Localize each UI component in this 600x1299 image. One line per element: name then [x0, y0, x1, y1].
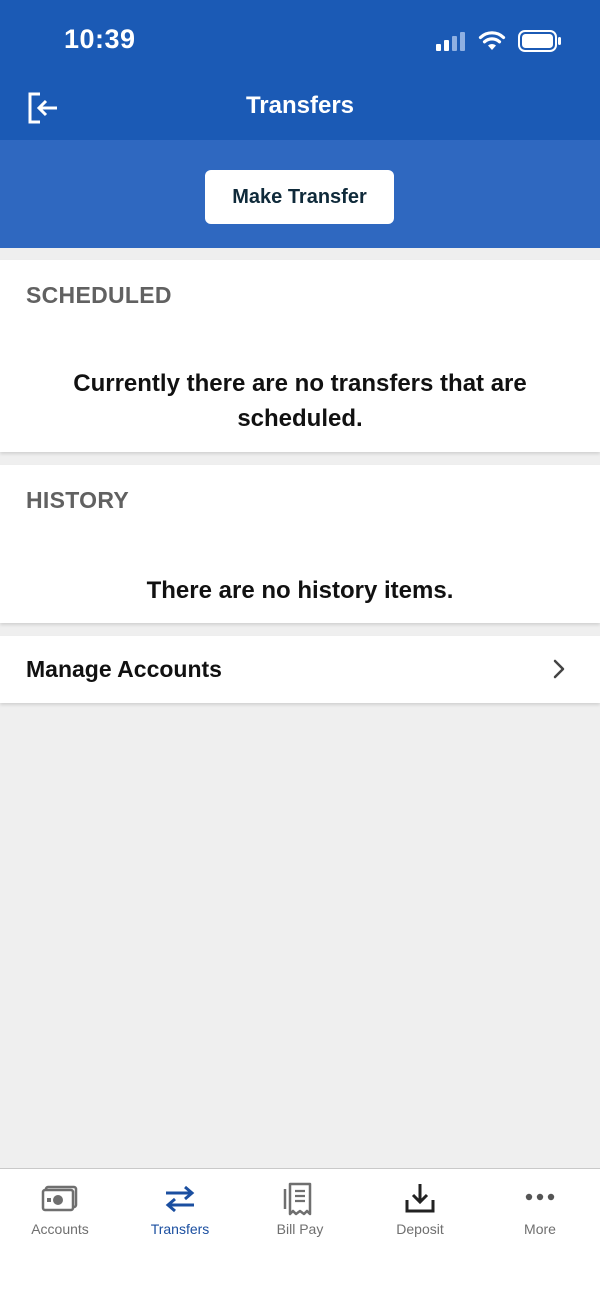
action-band: Make Transfer — [0, 140, 600, 248]
tab-transfers[interactable]: Transfers — [120, 1169, 240, 1259]
chevron-right-icon — [553, 659, 565, 679]
nav-bar: Transfers — [0, 80, 600, 140]
history-heading: HISTORY — [26, 487, 130, 513]
tab-bill-pay[interactable]: Bill Pay — [240, 1169, 360, 1259]
scheduled-heading: SCHEDULED — [26, 282, 172, 308]
status-bar: 10:39 — [0, 0, 600, 80]
more-icon — [525, 1193, 555, 1201]
deposit-icon — [405, 1184, 435, 1213]
tab-deposit[interactable]: Deposit — [360, 1169, 480, 1259]
history-section: HISTORY There are no history items. — [0, 465, 600, 623]
status-time: 10:39 — [64, 24, 136, 54]
manage-accounts-row[interactable]: Manage Accounts — [0, 636, 600, 703]
tab-accounts[interactable]: Accounts — [0, 1169, 120, 1259]
transfers-icon — [165, 1185, 195, 1213]
tab-transfers-label: Transfers — [150, 1221, 210, 1237]
battery-icon — [518, 30, 561, 52]
accounts-icon — [41, 1185, 78, 1212]
cellular-signal-icon — [436, 32, 465, 51]
tab-deposit-label: Deposit — [396, 1221, 444, 1237]
scheduled-section: SCHEDULED Currently there are no transfe… — [0, 260, 600, 452]
status-icons — [436, 28, 562, 54]
scheduled-empty-message: Currently there are no transfers that ar… — [73, 370, 527, 432]
page-title: Transfers — [245, 92, 355, 119]
tab-bar: Accounts Transfers Bill Pay Deposit More — [0, 1168, 600, 1299]
tab-more-label: More — [524, 1221, 556, 1237]
wifi-icon — [478, 31, 506, 50]
make-transfer-button[interactable]: Make Transfer — [205, 170, 394, 224]
tab-more[interactable]: More — [480, 1169, 600, 1259]
tab-bill-pay-label: Bill Pay — [276, 1221, 324, 1237]
tab-accounts-label: Accounts — [31, 1221, 89, 1237]
history-empty-message: There are no history items. — [146, 577, 454, 604]
bill-pay-icon — [283, 1182, 312, 1216]
manage-accounts-label: Manage Accounts — [26, 656, 222, 682]
